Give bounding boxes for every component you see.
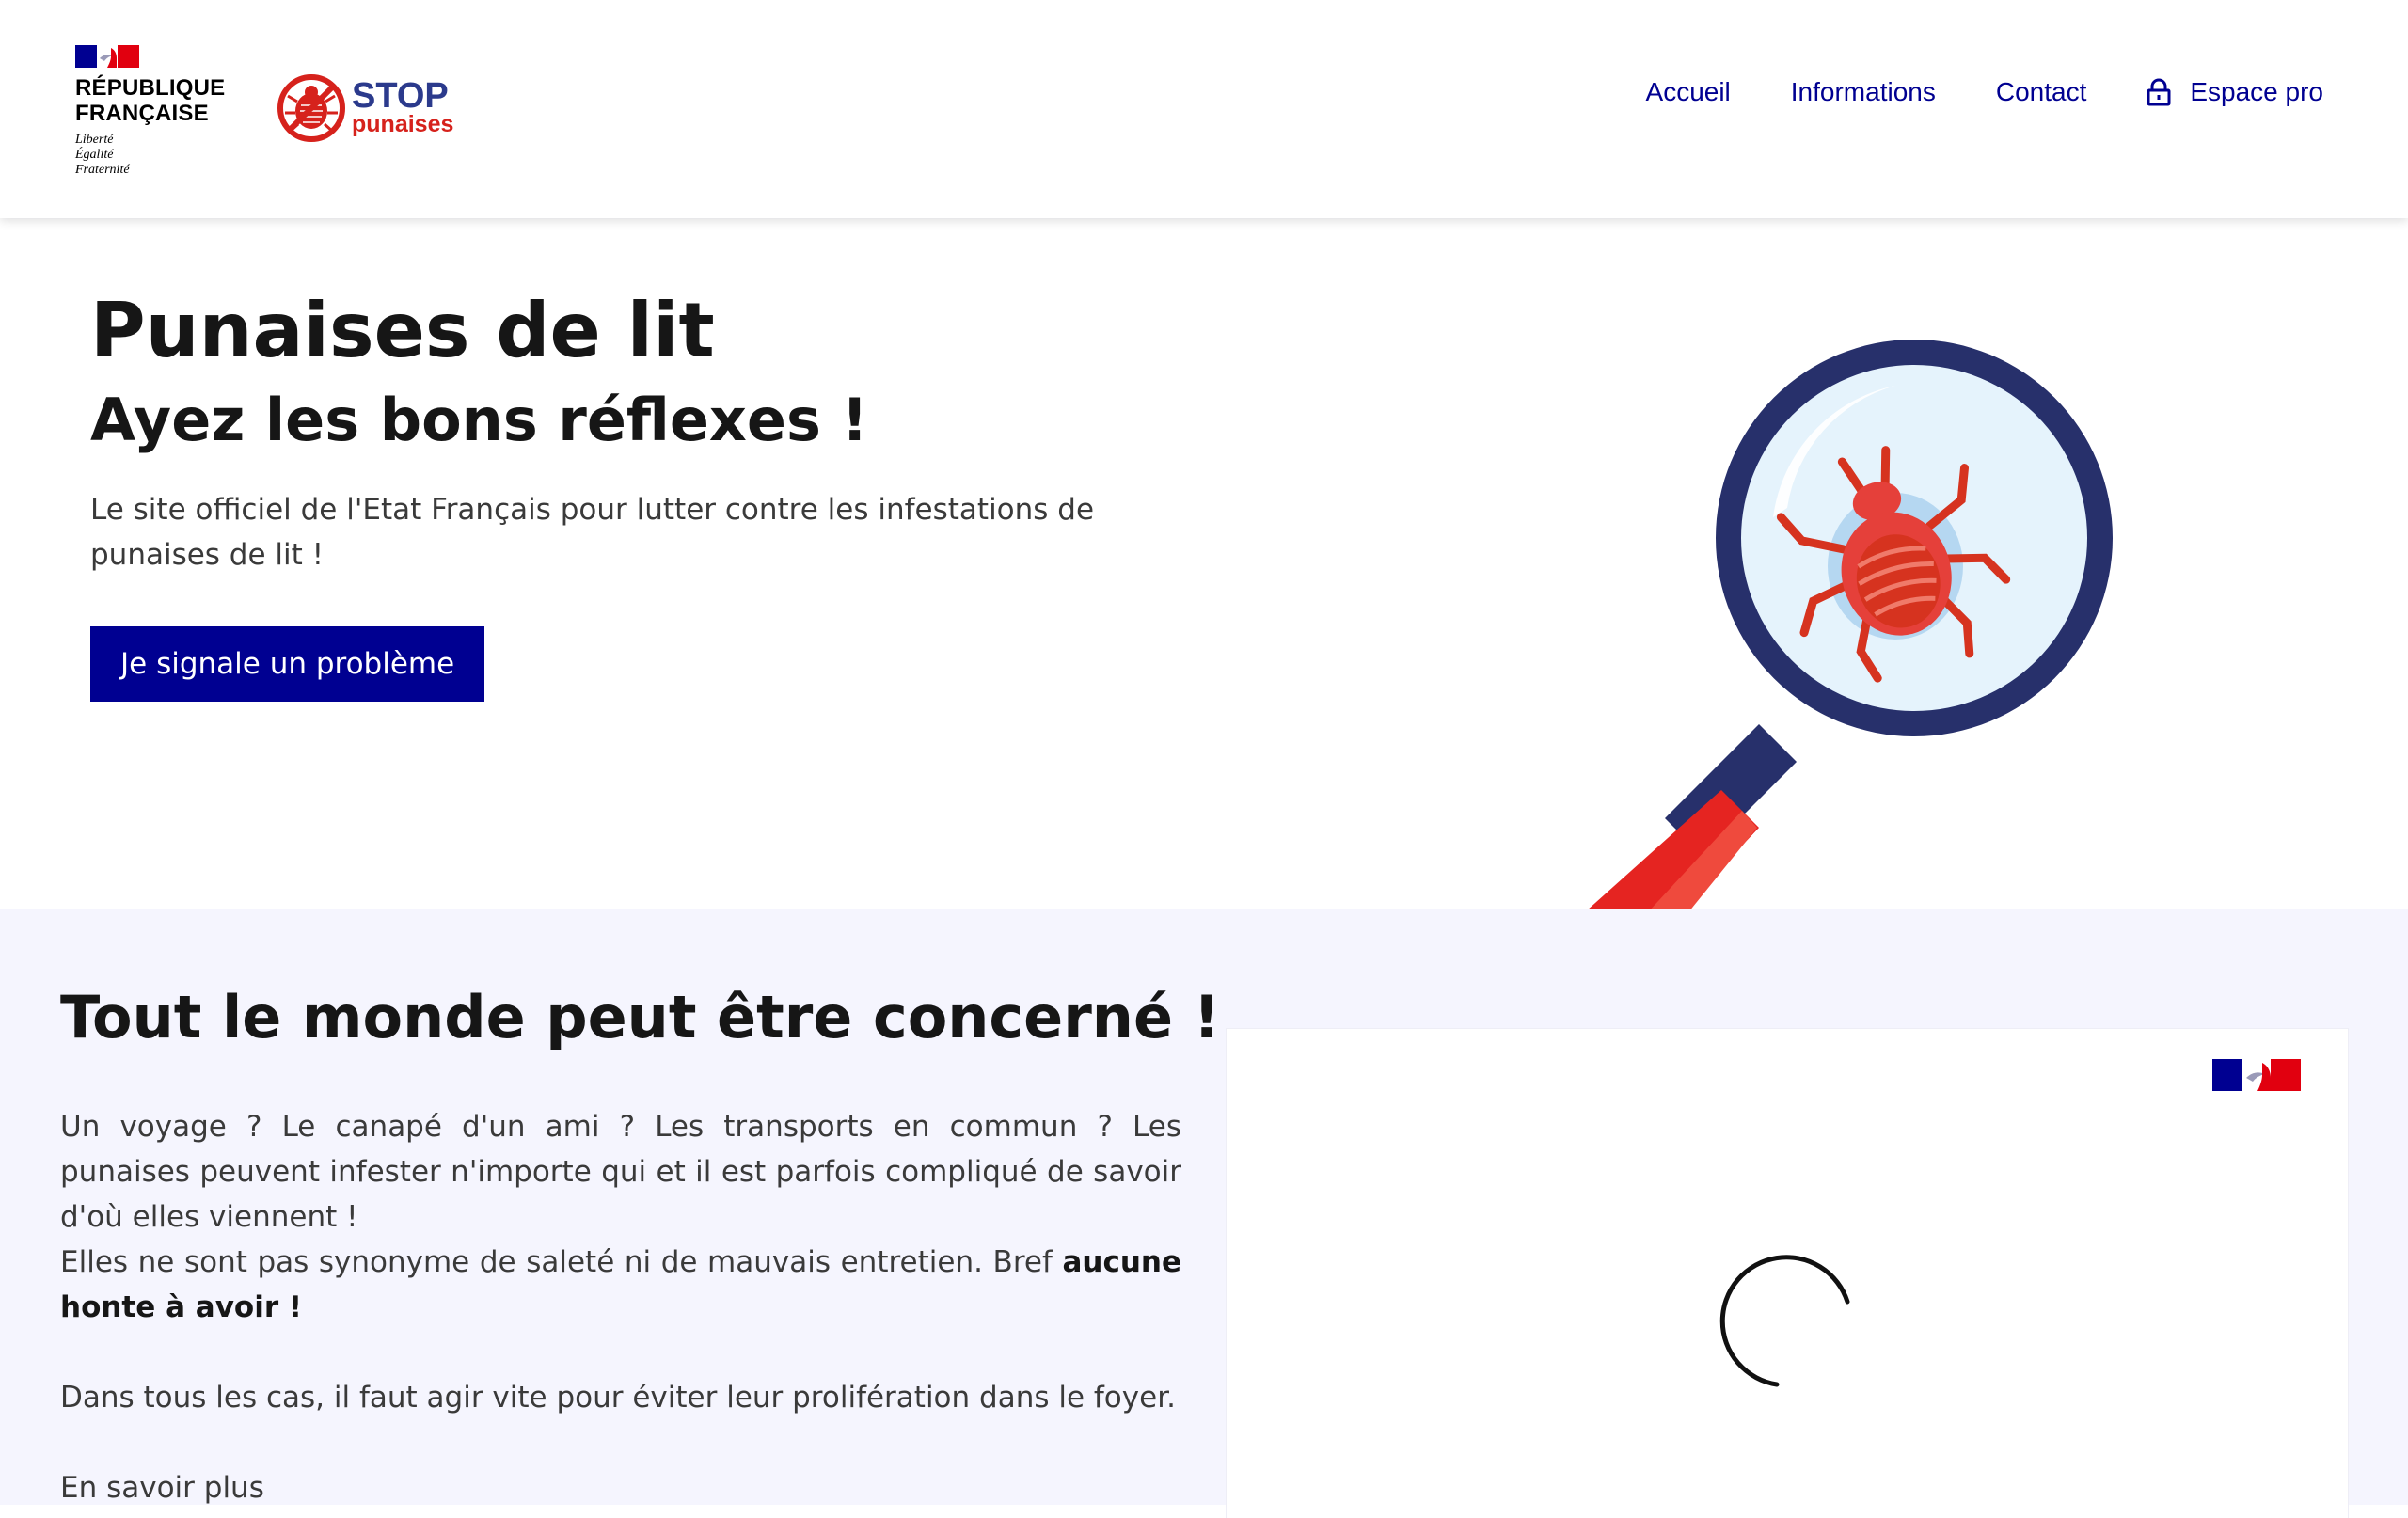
hero-section: Punaises de lit Ayez les bons réflexes !… <box>0 218 2408 967</box>
site-header: RÉPUBLIQUE FRANÇAISE Liberté Égalité Fra… <box>0 0 2408 218</box>
motto-egalite: Égalité <box>75 148 114 162</box>
everyone-concerned-section: Tout le monde peut être concerné ! Un vo… <box>0 909 2408 1518</box>
marianne-flag-icon <box>2212 1059 2301 1091</box>
nav-espace-pro-label: Espace pro <box>2190 77 2323 106</box>
main-navigation: Accueil Informations Contact Espace pro <box>1586 73 2323 111</box>
concerned-title: Tout le monde peut être concerné ! <box>60 983 1220 1052</box>
stop-logo-word: STOP <box>352 76 449 116</box>
motto-fraternite: Fraternité <box>75 163 130 177</box>
nav-espace-pro[interactable]: Espace pro <box>2147 73 2323 111</box>
nav-contact[interactable]: Contact <box>1996 73 2087 111</box>
marianne-flag-icon <box>75 45 139 68</box>
stop-bedbug-badge-icon <box>277 74 345 142</box>
motto: Liberté Égalité Fraternité <box>75 133 225 178</box>
republic-name-line2: FRANÇAISE <box>75 101 209 126</box>
concerned-paragraph-2-text: Elles ne sont pas synonyme de saleté ni … <box>60 1245 1063 1279</box>
concerned-paragraph-2: Elles ne sont pas synonyme de saleté ni … <box>60 1240 1181 1330</box>
hero-title: Punaises de lit <box>90 287 715 374</box>
learn-more-link[interactable]: En savoir plus <box>60 1471 264 1505</box>
lock-icon <box>2147 78 2171 106</box>
republique-francaise-logo[interactable]: RÉPUBLIQUE FRANÇAISE Liberté Égalité Fra… <box>75 75 225 178</box>
loading-spinner-icon <box>1719 1255 1850 1387</box>
stop-logo-sub: punaises <box>352 111 454 137</box>
concerned-text: Un voyage ? Le canapé d'un ami ? Les tra… <box>60 1104 1181 1510</box>
motto-liberte: Liberté <box>75 133 114 147</box>
video-player[interactable] <box>1227 1029 2348 1518</box>
concerned-paragraph-1: Un voyage ? Le canapé d'un ami ? Les tra… <box>60 1110 1181 1234</box>
hero-subtitle: Ayez les bons réflexes ! <box>90 386 868 454</box>
nav-informations[interactable]: Informations <box>1791 73 1936 111</box>
republic-name-line1: RÉPUBLIQUE <box>75 75 226 101</box>
stop-punaises-logo[interactable]: STOP punaises <box>277 71 465 147</box>
hero-description: Le site officiel de l'Etat Français pour… <box>90 493 1095 572</box>
concerned-paragraph-3: Dans tous les cas, il faut agir vite pou… <box>60 1381 1176 1415</box>
nav-accueil[interactable]: Accueil <box>1646 73 1731 111</box>
report-problem-button[interactable]: Je signale un problème <box>90 626 485 702</box>
